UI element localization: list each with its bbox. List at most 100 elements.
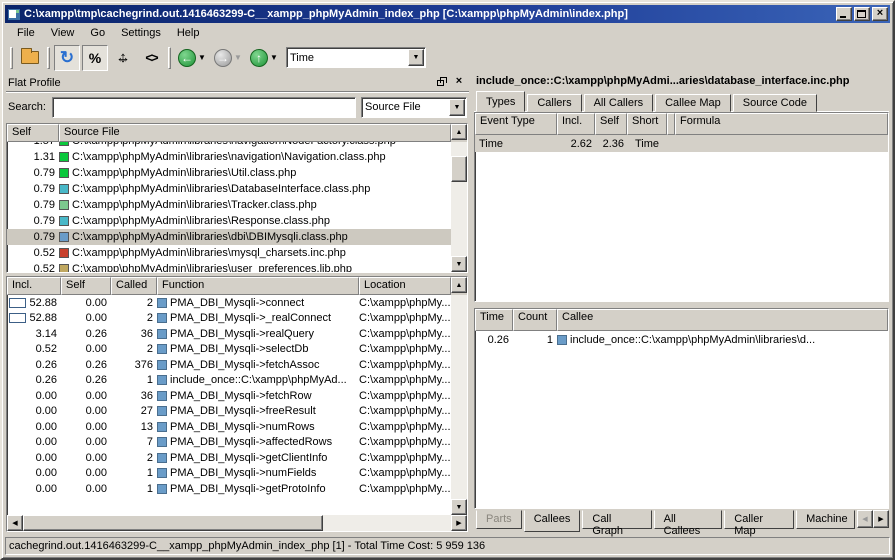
function-icon (157, 468, 167, 478)
function-row[interactable]: 0.260.26376PMA_DBI_Mysqli->fetchAssocC:\… (7, 357, 451, 373)
minimize-button[interactable] (836, 7, 852, 21)
function-row[interactable]: 0.520.002PMA_DBI_Mysqli->selectDbC:\xamp… (7, 342, 451, 358)
col-header-self[interactable]: Self (7, 124, 59, 142)
hscroll-thumb[interactable] (23, 515, 323, 531)
group-combobox-arrow-icon[interactable]: ▼ (449, 99, 465, 116)
tab-scroll-left-icon[interactable]: ◀ (857, 510, 873, 528)
col-header-count[interactable]: Count (513, 309, 557, 331)
tab-callees[interactable]: Callees (524, 510, 581, 532)
shorten-templates-button[interactable]: <> (138, 45, 164, 71)
maximize-button[interactable] (854, 7, 870, 21)
col-header-callee[interactable]: Callee (557, 309, 888, 331)
app-icon[interactable] (7, 8, 21, 21)
function-row[interactable]: 3.140.2636PMA_DBI_Mysqli->realQueryC:\xa… (7, 326, 451, 342)
event-types-header: Event Type Incl. Self Short Formula (475, 113, 888, 135)
fn-scroll-left-icon[interactable]: ◀ (7, 515, 23, 531)
fn-scroll-up-icon[interactable]: ▲ (451, 277, 467, 293)
col-header-incl[interactable]: Incl. (557, 113, 595, 135)
tab-scroll-right-icon[interactable]: ▶ (873, 510, 889, 528)
tab-all-callees[interactable]: All Callees (654, 510, 723, 529)
dock-title-bar[interactable]: Flat Profile × (6, 74, 469, 92)
function-row[interactable]: 0.000.0036PMA_DBI_Mysqli->fetchRowC:\xam… (7, 388, 451, 404)
function-row[interactable]: 52.880.002PMA_DBI_Mysqli->_realConnectC:… (7, 311, 451, 327)
file-row[interactable]: 0.52C:\xampp\phpMyAdmin\libraries\user_p… (7, 261, 451, 272)
close-button[interactable]: × (872, 7, 888, 21)
col-header-time[interactable]: Time (475, 309, 513, 331)
col-header-incl[interactable]: Incl. (7, 277, 61, 295)
col-header-self[interactable]: Self (595, 113, 627, 135)
file-scroll-down-icon[interactable]: ▼ (451, 256, 467, 272)
fn-scroll-down-icon[interactable]: ▼ (451, 499, 467, 515)
function-row[interactable]: 52.880.002PMA_DBI_Mysqli->connectC:\xamp… (7, 295, 451, 311)
file-row[interactable]: 1.31C:\xampp\phpMyAdmin\libraries\naviga… (7, 149, 451, 165)
open-file-button[interactable] (17, 45, 43, 71)
title-bar[interactable]: C:\xampp\tmp\cachegrind.out.1416463299-C… (5, 5, 890, 23)
menu-file[interactable]: File (9, 25, 43, 41)
event-type-combobox[interactable]: Time ▼ (286, 47, 426, 68)
cycle-detection-button[interactable]: ↻ (54, 45, 80, 71)
col-header-location[interactable]: Location (359, 277, 451, 295)
menu-help[interactable]: Help (169, 25, 208, 41)
search-input[interactable] (52, 97, 356, 118)
toolbar-handle[interactable] (10, 47, 13, 69)
function-table-hscrollbar[interactable]: ◀ ▶ (7, 515, 467, 531)
up-button[interactable]: ↑▼ (247, 45, 281, 71)
function-row[interactable]: 0.000.001PMA_DBI_Mysqli->numFieldsC:\xam… (7, 466, 451, 482)
tab-machine[interactable]: Machine (796, 510, 855, 529)
col-header-source-file[interactable]: Source File (59, 124, 451, 142)
function-row[interactable]: 0.260.261include_once::C:\xampp\phpMyAd.… (7, 373, 451, 389)
tab-parts[interactable]: Parts (476, 510, 522, 529)
tab-call-graph[interactable]: Call Graph (582, 510, 651, 529)
file-row[interactable]: 0.52C:\xampp\phpMyAdmin\libraries\mysql_… (7, 245, 451, 261)
file-row[interactable]: 0.79C:\xampp\phpMyAdmin\libraries\Databa… (7, 181, 451, 197)
function-icon (157, 375, 167, 385)
col-header-event-type[interactable]: Event Type (475, 113, 557, 135)
forward-button[interactable]: →▼ (211, 45, 245, 71)
flat-profile-dock: Flat Profile × Search: Source File ▼ Sel… (5, 73, 469, 533)
function-row[interactable]: 0.000.007PMA_DBI_Mysqli->affectedRowsC:\… (7, 435, 451, 451)
event-type-combobox-value: Time (287, 52, 408, 64)
dock-title: Flat Profile (6, 77, 435, 89)
col-header-short[interactable]: Short (627, 113, 667, 135)
tab-all-callers[interactable]: All Callers (584, 94, 654, 112)
col-header-formula[interactable]: Formula (675, 113, 888, 135)
tab-callee-map[interactable]: Callee Map (655, 94, 731, 112)
dock-float-button[interactable] (435, 76, 449, 89)
function-row[interactable]: 0.000.002PMA_DBI_Mysqli->getClientInfoC:… (7, 450, 451, 466)
menu-view[interactable]: View (43, 25, 83, 41)
file-list-vscrollbar[interactable]: ▼ (451, 142, 467, 272)
function-row[interactable]: 0.000.001PMA_DBI_Mysqli->getProtoInfoC:\… (7, 481, 451, 497)
function-row[interactable]: 0.000.0027PMA_DBI_Mysqli->freeResultC:\x… (7, 404, 451, 420)
file-row[interactable]: 0.79C:\xampp\phpMyAdmin\libraries\Util.c… (7, 165, 451, 181)
file-row[interactable]: 0.79C:\xampp\phpMyAdmin\libraries\Respon… (7, 213, 451, 229)
tab-callers[interactable]: Callers (527, 94, 581, 112)
dock-close-button[interactable]: × (452, 76, 466, 89)
tab-caller-map[interactable]: Caller Map (724, 510, 794, 529)
relative-percent-button[interactable]: % (82, 45, 108, 71)
tab-source-code[interactable]: Source Code (733, 94, 817, 112)
group-combobox[interactable]: Source File ▼ (361, 97, 467, 118)
file-row-selected[interactable]: 0.79C:\xampp\phpMyAdmin\libraries\dbi\DB… (7, 229, 451, 245)
callee-row[interactable]: 0.26 1 include_once::C:\xampp\phpMyAdmin… (475, 331, 888, 348)
fn-scroll-right-icon[interactable]: ▶ (451, 515, 467, 531)
event-type-row-selected[interactable]: Time 2.62 2.36 Time (475, 135, 888, 152)
function-table-vscrollbar[interactable]: ▼ (451, 295, 467, 515)
function-row[interactable]: 0.000.0013PMA_DBI_Mysqli->numRowsC:\xamp… (7, 419, 451, 435)
tab-types[interactable]: Types (476, 91, 525, 112)
vscroll-thumb[interactable] (451, 156, 467, 182)
menu-go[interactable]: Go (82, 25, 113, 41)
toolbar: ↻ % ↔↕ <> ←▼ →▼ ↑▼ Time ▼ (5, 43, 890, 73)
event-type-combobox-arrow-icon[interactable]: ▼ (408, 49, 424, 66)
relative-to-parent-button[interactable]: ↔↕ (110, 45, 136, 71)
dock-close-icon: × (452, 75, 466, 87)
file-type-icon (59, 168, 69, 178)
file-scroll-up-icon[interactable]: ▲ (451, 124, 467, 140)
file-row[interactable]: 1.57C:\xampp\phpMyAdmin\libraries\naviga… (7, 142, 451, 149)
function-icon (157, 391, 167, 401)
col-header-self[interactable]: Self (61, 277, 111, 295)
col-header-called[interactable]: Called (111, 277, 157, 295)
file-row[interactable]: 0.79C:\xampp\phpMyAdmin\libraries\Tracke… (7, 197, 451, 213)
col-header-function[interactable]: Function (157, 277, 359, 295)
menu-settings[interactable]: Settings (113, 25, 169, 41)
back-button[interactable]: ←▼ (175, 45, 209, 71)
